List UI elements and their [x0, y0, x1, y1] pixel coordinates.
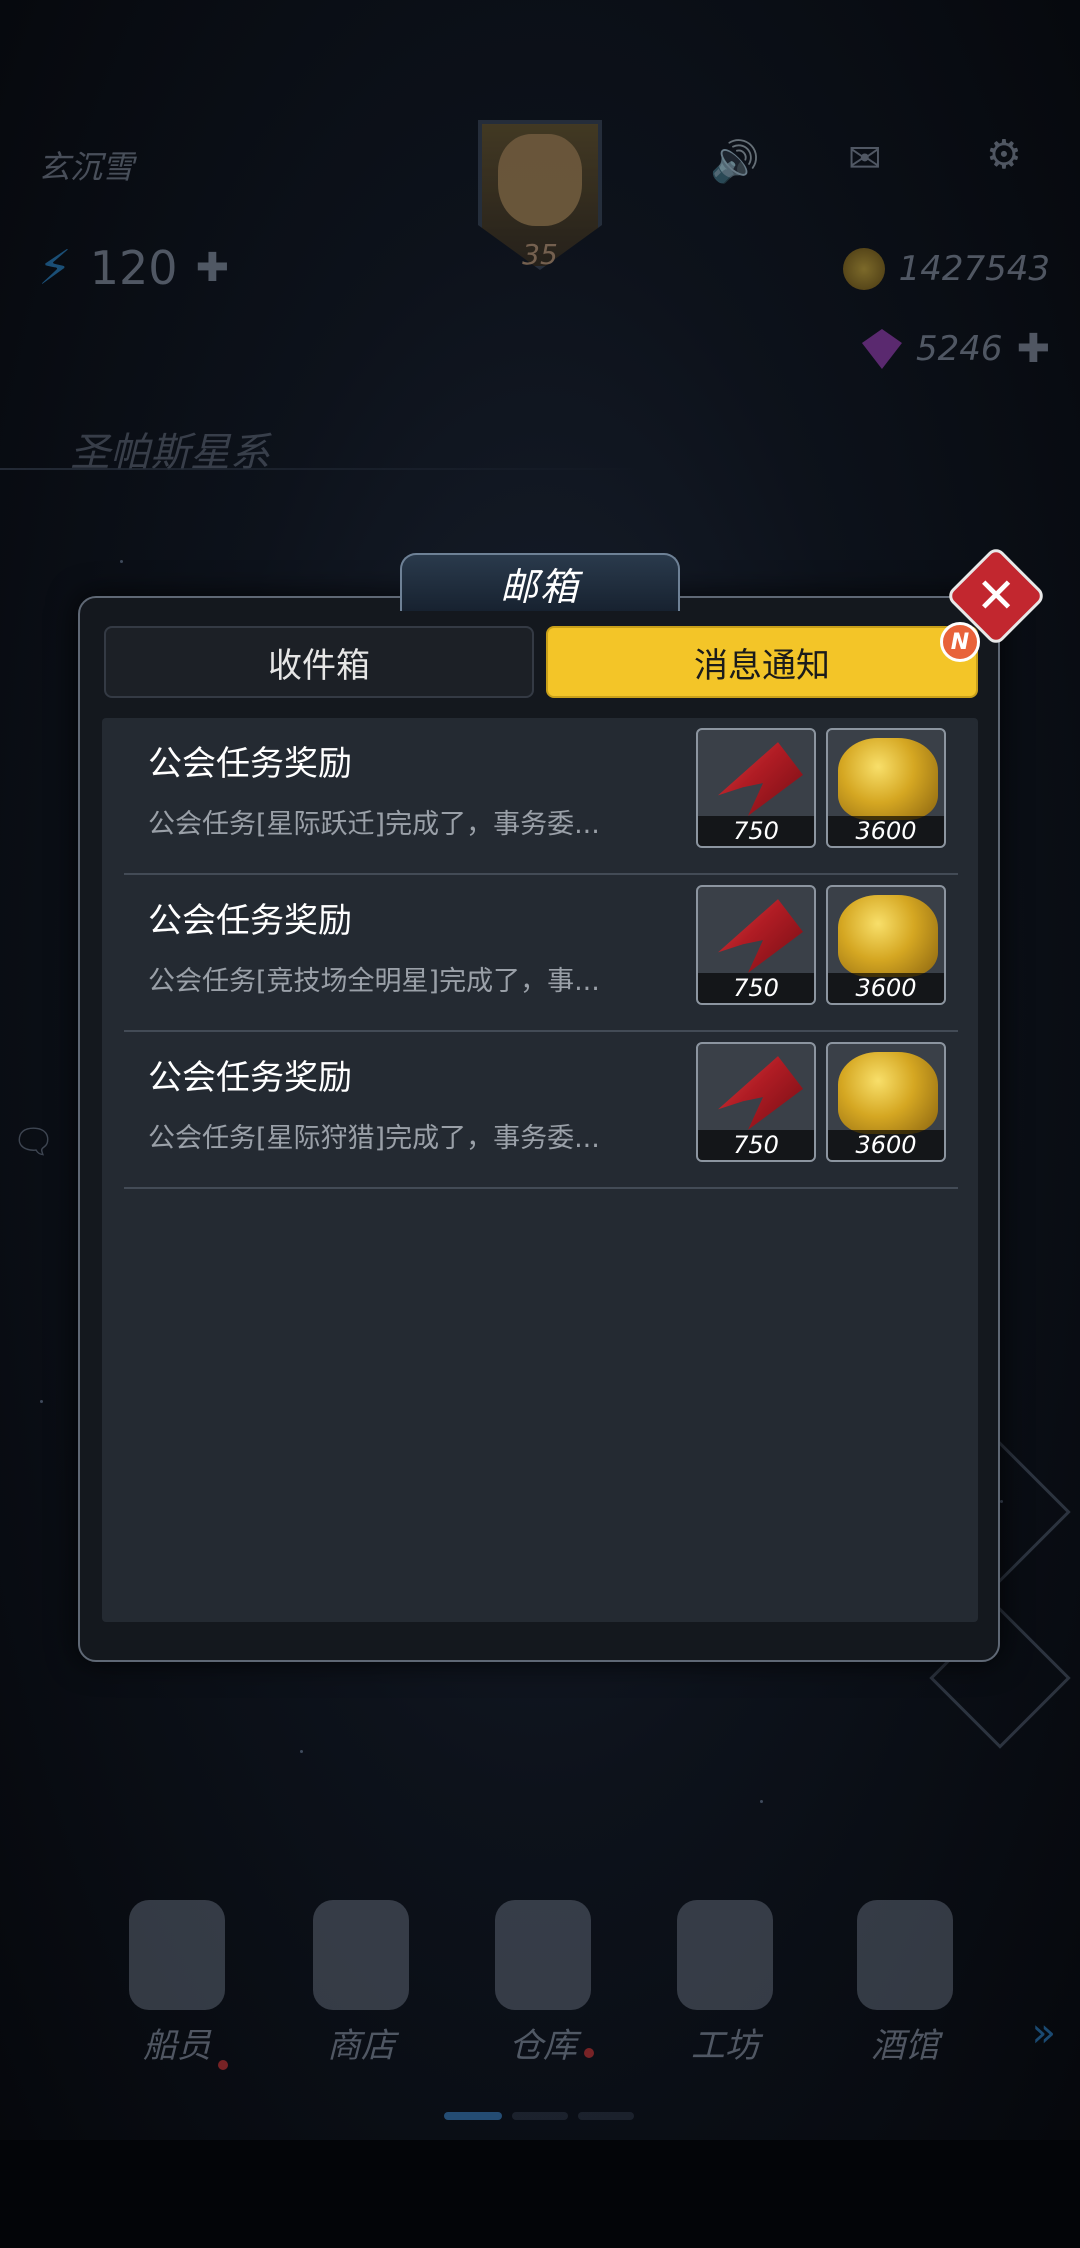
mail-title: 公会任务奖励: [148, 744, 352, 784]
mail-title: 公会任务奖励: [148, 1058, 352, 1098]
mail-title: 公会任务奖励: [148, 901, 352, 941]
reward-quantity: 750: [698, 816, 814, 846]
mail-item[interactable]: 公会任务奖励 公会任务[星际跃迁]完成了，事务委... 750 3600: [124, 718, 958, 875]
add-energy-icon[interactable]: ✚: [196, 245, 230, 291]
nav-item-warehouse[interactable]: 仓库: [468, 1900, 618, 2067]
mail-icon[interactable]: ✉: [848, 136, 882, 182]
avatar-level-wrap: 35: [478, 120, 602, 271]
chat-icon[interactable]: 🗨: [12, 1122, 55, 1162]
warehouse-icon: [495, 1900, 591, 2010]
nav-label: 酒馆: [871, 2026, 939, 2066]
gold-coins-icon: [838, 895, 938, 977]
gold-value: 1427543: [898, 249, 1050, 289]
region-divider: [0, 468, 640, 470]
energy-display: ⚡ 120 ✚: [38, 240, 229, 296]
tavern-icon: [857, 1900, 953, 2010]
mail-item[interactable]: 公会任务奖励 公会任务[竞技场全明星]完成了，事... 750 3600: [124, 875, 958, 1032]
gold-coins-icon: [838, 738, 938, 820]
reward-ruby[interactable]: 750: [696, 1042, 816, 1162]
player-name: 玄沉雪: [38, 148, 135, 186]
reward-gold[interactable]: 3600: [826, 885, 946, 1005]
nav-label: 商店: [327, 2026, 395, 2066]
mail-preview: 公会任务[星际狩猎]完成了，事务委...: [148, 1123, 600, 1154]
lightning-icon: ⚡: [38, 240, 72, 296]
reward-gold[interactable]: 3600: [826, 1042, 946, 1162]
reward-quantity: 3600: [828, 973, 944, 1003]
mail-preview: 公会任务[竞技场全明星]完成了，事...: [148, 966, 600, 997]
nav-label: 工坊: [691, 2026, 759, 2066]
nav-label: 仓库: [509, 2026, 577, 2066]
new-badge: N: [940, 622, 980, 662]
reward-quantity: 3600: [828, 816, 944, 846]
bottom-nav: 船员 商店 仓库 工坊 酒馆 »: [0, 1900, 1080, 2120]
system-nav-bar: [0, 2140, 1080, 2248]
page-indicator: [578, 2112, 634, 2120]
reward-ruby[interactable]: 750: [696, 728, 816, 848]
nav-item-workshop[interactable]: 工坊: [650, 1900, 800, 2067]
dialog-title-tab: 邮箱: [400, 553, 680, 611]
announcement-icon[interactable]: 🔊: [710, 138, 760, 185]
tab-notifications[interactable]: 消息通知: [546, 626, 978, 698]
reward-quantity: 3600: [828, 1130, 944, 1160]
page-indicator: [512, 2112, 568, 2120]
mail-preview: 公会任务[星际跃迁]完成了，事务委...: [148, 809, 600, 840]
gold-coins-icon: [838, 1052, 938, 1134]
ruby-icon: [718, 1056, 803, 1130]
reward-quantity: 750: [698, 1130, 814, 1160]
double-chevron-right-icon[interactable]: »: [1032, 2010, 1056, 2056]
close-icon: ✕: [975, 568, 1017, 624]
nav-item-shop[interactable]: 商店: [286, 1900, 436, 2067]
reward-gold[interactable]: 3600: [826, 728, 946, 848]
nav-item-crew[interactable]: 船员: [102, 1900, 252, 2070]
nav-label: 船员: [143, 2026, 211, 2066]
workshop-icon: [677, 1900, 773, 2010]
reward-ruby[interactable]: 750: [696, 885, 816, 1005]
tab-inbox[interactable]: 收件箱: [104, 626, 534, 698]
add-gem-icon[interactable]: ✚: [1016, 326, 1050, 372]
gold-display: 1427543: [842, 248, 1050, 290]
energy-value: 120: [89, 241, 178, 295]
mail-item[interactable]: 公会任务奖励 公会任务[星际狩猎]完成了，事务委... 750 3600: [124, 1032, 958, 1189]
ruby-icon: [718, 899, 803, 973]
crew-icon: [129, 1900, 225, 2010]
gold-icon: [842, 248, 885, 290]
notification-dot: [584, 2048, 594, 2058]
gem-value: 5246: [915, 329, 1003, 369]
page-indicator-active: [444, 2112, 502, 2120]
ruby-icon: [718, 742, 803, 816]
gem-icon: [861, 329, 902, 369]
gem-display: 5246 ✚: [861, 326, 1050, 372]
shop-icon: [313, 1900, 409, 2010]
nav-item-tavern[interactable]: 酒馆: [830, 1900, 980, 2067]
settings-icon[interactable]: ⚙: [986, 132, 1022, 178]
mail-list: 公会任务奖励 公会任务[星际跃迁]完成了，事务委... 750 3600 公会任…: [102, 718, 978, 1622]
notification-dot: [218, 2060, 228, 2070]
avatar-level: 35: [522, 238, 558, 271]
reward-quantity: 750: [698, 973, 814, 1003]
dialog-title: 邮箱: [499, 564, 580, 609]
